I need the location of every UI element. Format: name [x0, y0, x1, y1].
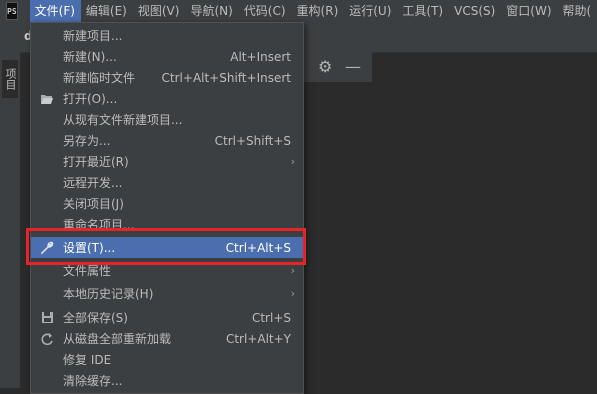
menu-refactor[interactable]: 重构(R)	[292, 0, 345, 22]
file-menu-dropdown: 新建项目... 新建(N)... Alt+Insert 新建临时文件 Ctrl+Al…	[30, 22, 304, 394]
minimize-icon[interactable]: —	[345, 57, 361, 76]
menu-local-history[interactable]: 本地历史记录(H) ›	[31, 283, 303, 304]
menubar: PS 文件(F) 编辑(E) 视图(V) 导航(N) 代码(C) 重构(R) 运…	[0, 0, 597, 22]
menu-new-project[interactable]: 新建项目...	[31, 25, 303, 46]
menu-tools[interactable]: 工具(T)	[397, 0, 449, 22]
menu-navigate[interactable]: 导航(N)	[185, 0, 238, 22]
chevron-right-icon: ›	[290, 155, 295, 168]
menu-window[interactable]: 窗口(W)	[501, 0, 557, 22]
menu-vcs[interactable]: VCS(S)	[449, 0, 501, 22]
menu-remote-dev[interactable]: 远程开发...	[31, 172, 303, 193]
menu-help[interactable]: 帮助(	[558, 0, 597, 22]
highlight-annotation-box	[26, 228, 306, 265]
menu-open[interactable]: 打开(O)...	[31, 88, 303, 109]
menu-view[interactable]: 视图(V)	[133, 0, 186, 22]
menu-new-from-existing[interactable]: 从现有文件新建项目...	[31, 109, 303, 130]
project-tool-tab[interactable]: 项目	[2, 60, 18, 98]
app-logo-icon: PS	[6, 2, 18, 20]
menu-save-as[interactable]: 另存为... Ctrl+Shift+S	[31, 130, 303, 151]
project-panel-toolbar	[300, 52, 372, 82]
gear-icon[interactable]: ⚙	[318, 57, 332, 76]
menu-new[interactable]: 新建(N)... Alt+Insert	[31, 46, 303, 67]
menu-file[interactable]: 文件(F)	[29, 0, 81, 22]
menu-new-scratch[interactable]: 新建临时文件 Ctrl+Alt+Shift+Insert	[31, 67, 303, 88]
menu-edit[interactable]: 编辑(E)	[81, 0, 133, 22]
menu-save-all[interactable]: 全部保存(S) Ctrl+S	[31, 307, 303, 328]
chevron-right-icon: ›	[290, 287, 295, 300]
menu-reload-all[interactable]: 从磁盘全部重新加载 Ctrl+Alt+Y	[31, 328, 303, 349]
save-icon	[31, 311, 63, 324]
menu-close-project[interactable]: 关闭项目(J)	[31, 193, 303, 214]
menu-repair-ide[interactable]: 修复 IDE	[31, 349, 303, 370]
folder-open-icon	[31, 93, 63, 105]
reload-icon	[31, 332, 63, 346]
menu-open-recent[interactable]: 打开最近(R) ›	[31, 151, 303, 172]
menu-run[interactable]: 运行(U)	[344, 0, 397, 22]
menu-code[interactable]: 代码(C)	[239, 0, 292, 22]
chevron-right-icon: ›	[290, 264, 295, 277]
